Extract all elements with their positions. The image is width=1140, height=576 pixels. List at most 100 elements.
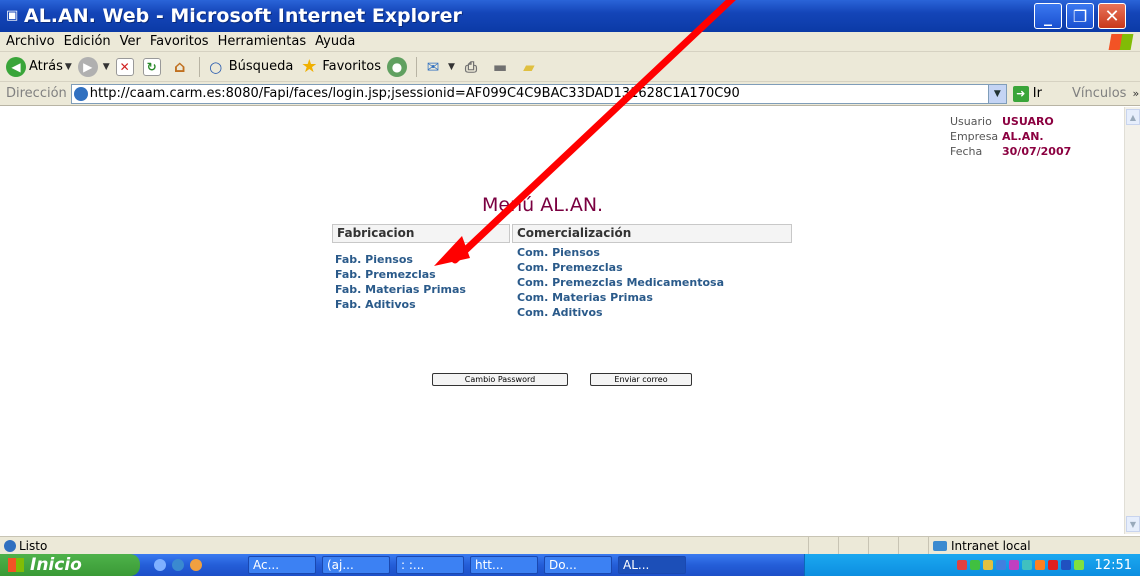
task-button-6[interactable]: AL... xyxy=(618,556,686,574)
tray-icon[interactable] xyxy=(1021,560,1032,570)
link-com-premezclas-medicamentosa[interactable]: Com. Premezclas Medicamentosa xyxy=(517,276,724,289)
tray-icon[interactable] xyxy=(1073,560,1084,570)
window-title: AL.AN. Web - Microsoft Internet Explorer xyxy=(24,5,462,27)
mail-icon: ✉ xyxy=(426,57,440,76)
tray-icon[interactable] xyxy=(1034,560,1045,570)
send-mail-button[interactable]: Enviar correo xyxy=(590,373,692,386)
edit-icon: ▬ xyxy=(492,57,508,76)
task-button-1[interactable]: Ac... xyxy=(248,556,316,574)
status-cell xyxy=(868,537,869,555)
refresh-button[interactable]: ↻ xyxy=(142,57,164,76)
printer-icon: ⎙ xyxy=(464,57,477,76)
status-bar: Listo Intranet local xyxy=(0,536,1140,555)
menu-herramientas[interactable]: Herramientas xyxy=(218,34,307,49)
forward-arrow-icon: ▶ xyxy=(77,56,98,77)
ie-icon[interactable] xyxy=(172,559,184,571)
tray-icon[interactable] xyxy=(1008,560,1019,570)
task-button-3[interactable]: : :... xyxy=(396,556,464,574)
tray-icon[interactable] xyxy=(982,560,993,570)
ie-page-icon xyxy=(4,539,16,552)
link-fab-materias-primas[interactable]: Fab. Materias Primas xyxy=(335,283,466,296)
link-fab-premezclas[interactable]: Fab. Premezclas xyxy=(335,268,436,281)
tray-icon[interactable] xyxy=(956,560,967,570)
intranet-icon xyxy=(933,541,947,551)
mail-button[interactable]: ✉ ▼ xyxy=(423,57,455,77)
menu-ver[interactable]: Ver xyxy=(120,34,141,49)
stop-button[interactable]: ✕ xyxy=(115,57,137,76)
toolbar: ◀ Atrás ▼ ▶ ▼ ✕ ↻ ⌂ ○ Búsqueda ★ Favorit… xyxy=(0,52,1140,82)
media-button[interactable]: ● xyxy=(387,56,410,77)
task-button-5[interactable]: Do... xyxy=(544,556,612,574)
menu-archivo[interactable]: Archivo xyxy=(6,34,55,49)
windows-logo-icon xyxy=(1108,34,1134,50)
windows-logo-icon xyxy=(8,558,24,572)
address-bar: Dirección http://caam.carm.es:8080/Fapi/… xyxy=(0,82,1140,106)
taskbar: Inicio Ac... (aj... : :... htt... Do... … xyxy=(0,554,1140,576)
user-info: Usuario USUARO Empresa AL.AN. Fecha 30/07/2… xyxy=(950,114,1071,159)
scroll-down-icon[interactable]: ▼ xyxy=(1126,516,1140,532)
start-label: Inicio xyxy=(30,555,82,575)
minimize-button[interactable]: _ xyxy=(1034,3,1062,29)
empresa-value: AL.AN. xyxy=(1002,130,1044,143)
change-password-button[interactable]: Cambio Password xyxy=(432,373,568,386)
task-button-4[interactable]: htt... xyxy=(470,556,538,574)
maximize-button[interactable]: ❐ xyxy=(1066,3,1094,29)
link-com-premezclas[interactable]: Com. Premezclas xyxy=(517,261,623,274)
close-button[interactable]: ✕ xyxy=(1098,3,1126,29)
chevron-down-icon: ▼ xyxy=(64,61,72,72)
address-url: http://caam.carm.es:8080/Fapi/faces/logi… xyxy=(89,86,740,101)
search-icon: ○ xyxy=(209,57,223,76)
link-com-piensos[interactable]: Com. Piensos xyxy=(517,246,600,259)
search-button[interactable]: ○ Búsqueda xyxy=(206,57,293,77)
link-com-aditivos[interactable]: Com. Aditivos xyxy=(517,306,603,319)
forward-button[interactable]: ▶ ▼ xyxy=(77,56,110,77)
media-icon: ● xyxy=(387,56,408,77)
security-zone: Intranet local xyxy=(928,537,1031,555)
links-label[interactable]: Vínculos xyxy=(1072,86,1126,101)
chevron-down-icon[interactable]: ▼ xyxy=(987,84,1006,103)
scroll-up-icon[interactable]: ▲ xyxy=(1126,109,1140,125)
menu-ayuda[interactable]: Ayuda xyxy=(315,34,355,49)
tray-icon[interactable] xyxy=(969,560,980,570)
usuario-value: USUARO xyxy=(1002,115,1054,128)
page-content: Usuario USUARO Empresa AL.AN. Fecha 30/07/2… xyxy=(0,107,1124,534)
system-tray: 12:51 xyxy=(804,554,1140,576)
tray-icon[interactable] xyxy=(1060,560,1071,570)
vertical-scrollbar[interactable]: ▲ ▼ xyxy=(1124,107,1140,534)
go-label: Ir xyxy=(1032,86,1042,101)
folder-button[interactable]: ▰ xyxy=(519,57,542,77)
back-button[interactable]: ◀ Atrás ▼ xyxy=(6,56,72,77)
fecha-label: Fecha xyxy=(950,145,983,158)
toolbar-separator xyxy=(416,56,418,77)
back-arrow-icon: ◀ xyxy=(6,56,26,77)
star-icon: ★ xyxy=(301,56,318,77)
tray-icon[interactable] xyxy=(1047,560,1058,570)
usuario-label: Usuario xyxy=(950,115,992,128)
link-fab-piensos[interactable]: Fab. Piensos xyxy=(335,253,413,266)
task-button-2[interactable]: (aj... xyxy=(322,556,390,574)
zone-label: Intranet local xyxy=(951,539,1031,553)
toolbar-separator xyxy=(198,56,200,77)
clock[interactable]: 12:51 xyxy=(1095,558,1132,573)
chevron-down-icon: ▼ xyxy=(448,61,455,72)
menu-edicion[interactable]: Edición xyxy=(64,34,111,49)
favorites-label: Favoritos xyxy=(322,59,382,74)
desktop-icon[interactable] xyxy=(154,559,166,571)
address-input[interactable]: http://caam.carm.es:8080/Fapi/faces/logi… xyxy=(70,83,1007,104)
favorites-button[interactable]: ★ Favoritos xyxy=(299,56,382,77)
chevron-right-icon[interactable]: » xyxy=(1132,87,1139,100)
tray-icon[interactable] xyxy=(995,560,1006,570)
print-button[interactable]: ⎙ xyxy=(461,57,484,77)
link-fab-aditivos[interactable]: Fab. Aditivos xyxy=(335,298,416,311)
tray-icons xyxy=(956,560,1087,570)
media-player-icon[interactable] xyxy=(190,559,202,571)
edit-button[interactable]: ▬ xyxy=(490,57,513,77)
status-cell xyxy=(898,537,899,555)
home-button[interactable]: ⌂ xyxy=(170,57,193,77)
home-icon: ⌂ xyxy=(173,57,186,76)
start-button[interactable]: Inicio xyxy=(0,554,140,576)
menu-favoritos[interactable]: Favoritos xyxy=(150,34,209,49)
menu-bar: Archivo Edición Ver Favoritos Herramient… xyxy=(0,32,1140,52)
go-button[interactable]: ➜ Ir xyxy=(1012,85,1042,102)
link-com-materias-primas[interactable]: Com. Materias Primas xyxy=(517,291,653,304)
